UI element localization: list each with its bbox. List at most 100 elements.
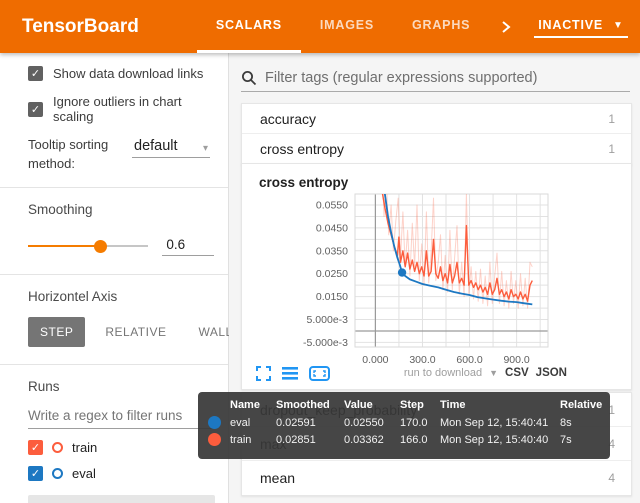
status-dropdown[interactable]: INACTIVE ▼ xyxy=(534,15,627,38)
tooltip-cell-relative: 7s xyxy=(558,431,600,448)
sidebar-checkbox-list: ✓ Show data download links ✓ Ignore outlier… xyxy=(28,66,214,124)
tooltip-col-header: Time xyxy=(438,397,558,414)
run-color-ring-icon xyxy=(52,442,63,453)
chart-tooltip: NameSmoothedValueStepTimeRelative eval0.… xyxy=(198,392,610,459)
smoothing-value-field[interactable]: 0.6 xyxy=(162,237,214,256)
run-item-train: ✓ train xyxy=(28,440,214,455)
dropdown-caret-icon: ▾ xyxy=(203,143,208,154)
run-label: eval xyxy=(72,466,96,481)
search-icon xyxy=(241,70,257,86)
run-label: train xyxy=(72,440,97,455)
app-header: TensorBoard SCALARSIMAGESGRAPHS INACTIVE… xyxy=(0,0,640,53)
tag-section-cross-entropy[interactable]: cross entropy 1 xyxy=(242,134,631,164)
tab-images[interactable]: IMAGES xyxy=(301,0,393,53)
checkbox-icon[interactable]: ✓ xyxy=(28,66,43,81)
run-checkbox-icon[interactable]: ✓ xyxy=(28,440,43,455)
tag-filter-input[interactable] xyxy=(265,70,630,86)
run-to-download-dropdown[interactable]: run to download xyxy=(404,367,482,379)
sidebar-divider xyxy=(0,274,228,275)
settings-checkbox-row: ✓ Show data download links xyxy=(28,66,214,81)
svg-text:0.0450: 0.0450 xyxy=(316,222,348,234)
svg-text:0.0550: 0.0550 xyxy=(316,199,348,211)
tag-section-mean[interactable]: mean 4 xyxy=(242,461,631,495)
tooltip-col-header: Value xyxy=(342,397,398,414)
tooltip-cell-smoothed: 0.02851 xyxy=(274,431,342,448)
fit-domain-icon[interactable] xyxy=(309,366,330,381)
tooltip-sorting-value: default xyxy=(134,138,178,154)
tooltip-row-eval: eval0.025910.02550170.0Mon Sep 12, 15:40… xyxy=(206,414,600,431)
tooltip-cell-relative: 8s xyxy=(558,414,600,431)
tab-overflow-chevron-icon[interactable] xyxy=(495,16,517,38)
cross-entropy-chart[interactable]: 0.000300.0600.0900.00.05500.04500.03500.… xyxy=(297,190,556,369)
tooltip-cell-time: Mon Sep 12, 15:40:41 xyxy=(438,414,558,431)
download-cluster: run to download ▼ CSV JSON xyxy=(404,367,567,379)
tooltip-col-header: Smoothed xyxy=(274,397,342,414)
run-item-eval: ✓ eval xyxy=(28,466,214,481)
chart-card: cross entropy 0.000300.0600.0900.00.0550… xyxy=(241,163,632,390)
header-tabs: SCALARSIMAGESGRAPHS xyxy=(197,0,489,53)
csv-download-link[interactable]: CSV xyxy=(505,367,529,379)
tag-sections-top: accuracy 1 cross entropy 1 xyxy=(241,103,632,165)
section-label: mean xyxy=(260,470,295,486)
tooltip-col-header: Name xyxy=(228,397,274,414)
tooltip-cell-value: 0.03362 xyxy=(342,431,398,448)
tooltip-cell-smoothed: 0.02591 xyxy=(274,414,342,431)
checkbox-label: Ignore outliers in chart scaling xyxy=(53,94,214,124)
tooltip-col-header: Step xyxy=(398,397,438,414)
section-count: 1 xyxy=(608,142,615,156)
tab-graphs[interactable]: GRAPHS xyxy=(393,0,489,53)
tooltip-table: NameSmoothedValueStepTimeRelative eval0.… xyxy=(206,397,600,448)
tooltip-cell-name: train xyxy=(228,431,274,448)
status-label: INACTIVE xyxy=(538,18,603,32)
tooltip-sorting-dropdown[interactable]: default ▾ xyxy=(132,136,210,158)
data-table-icon[interactable] xyxy=(282,367,298,380)
tooltip-cell-step: 166.0 xyxy=(398,431,438,448)
svg-text:5.000e-3: 5.000e-3 xyxy=(307,314,349,326)
run-color-dot-icon xyxy=(208,416,221,429)
svg-text:0.0150: 0.0150 xyxy=(316,291,348,303)
download-caret-icon: ▼ xyxy=(489,368,498,378)
tooltip-cell-time: Mon Sep 12, 15:40:40 xyxy=(438,431,558,448)
tag-filter-bar xyxy=(241,64,630,92)
chart-title: cross entropy xyxy=(259,175,348,190)
tooltip-cell-name: eval xyxy=(228,414,274,431)
run-color-ring-icon xyxy=(52,468,63,479)
sidebar-divider xyxy=(0,364,228,365)
smoothing-slider[interactable] xyxy=(28,245,148,247)
expand-chart-icon[interactable] xyxy=(256,366,271,381)
checkbox-icon[interactable]: ✓ xyxy=(28,102,43,117)
runs-regex-input[interactable] xyxy=(28,404,215,429)
tooltip-col-header: Relative xyxy=(558,397,600,414)
app-title: TensorBoard xyxy=(22,16,139,38)
axis-option-relative[interactable]: RELATIVE xyxy=(93,317,178,347)
sidebar-divider xyxy=(0,187,228,188)
tooltip-row-train: train0.028510.03362166.0Mon Sep 12, 15:4… xyxy=(206,431,600,448)
json-download-link[interactable]: JSON xyxy=(536,367,567,379)
chart-footer: run to download ▼ CSV JSON xyxy=(256,362,619,384)
section-label: accuracy xyxy=(260,111,316,127)
svg-text:0.0350: 0.0350 xyxy=(316,245,348,257)
status-caret-icon: ▼ xyxy=(613,20,624,31)
tag-section-accuracy[interactable]: accuracy 1 xyxy=(242,104,631,134)
checkbox-label: Show data download links xyxy=(53,66,203,81)
tensorboard-app: TensorBoard SCALARSIMAGESGRAPHS INACTIVE… xyxy=(0,0,640,503)
tooltip-col-header xyxy=(206,397,228,414)
section-label: cross entropy xyxy=(260,141,344,157)
horizontal-axis-buttons: STEPRELATIVEWALL xyxy=(28,317,214,347)
svg-text:0.0250: 0.0250 xyxy=(316,268,348,280)
axis-option-step[interactable]: STEP xyxy=(28,317,85,347)
section-count: 1 xyxy=(608,112,615,126)
smoothing-heading: Smoothing xyxy=(28,202,214,217)
run-color-dot-icon xyxy=(208,433,221,446)
section-count: 4 xyxy=(608,471,615,485)
tab-scalars[interactable]: SCALARS xyxy=(197,0,301,53)
toggle-all-runs-button[interactable]: TOGGLE ALL RUNS xyxy=(28,495,215,503)
runs-heading: Runs xyxy=(28,379,214,394)
tooltip-sorting-row: Tooltip sorting method: default ▾ xyxy=(28,136,214,174)
sidebar: ✓ Show data download links ✓ Ignore outlier… xyxy=(0,53,229,503)
smoothing-row: 0.6 xyxy=(28,237,214,256)
tooltip-cell-step: 170.0 xyxy=(398,414,438,431)
run-checkbox-icon[interactable]: ✓ xyxy=(28,466,43,481)
slider-thumb[interactable] xyxy=(94,240,107,253)
settings-checkbox-row: ✓ Ignore outliers in chart scaling xyxy=(28,94,214,124)
